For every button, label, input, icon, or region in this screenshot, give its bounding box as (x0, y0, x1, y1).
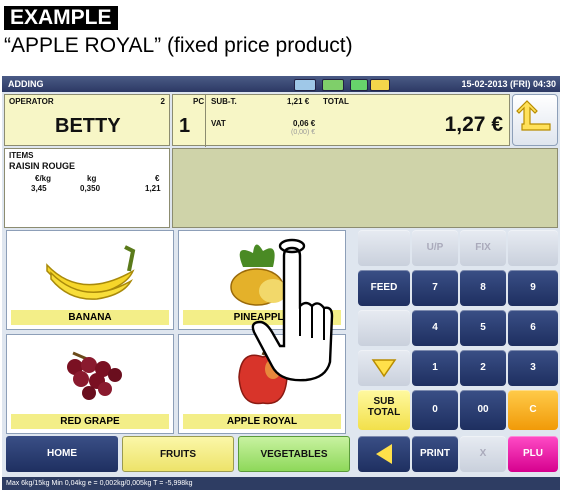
counts-panel: PC 1 SUB-T. 1,21 € VAT 0,06 € (0,00) € T… (172, 94, 510, 147)
home-button[interactable]: HOME (6, 436, 118, 472)
pc-divider (205, 95, 206, 147)
key-00[interactable]: 00 (460, 390, 506, 430)
back-button[interactable] (512, 94, 558, 146)
item-weight-label: kg (87, 174, 97, 183)
fruits-button[interactable]: FRUITS (122, 436, 234, 472)
subtotal-label: SUB-T. (211, 97, 237, 106)
print-key[interactable]: PRINT (412, 436, 458, 472)
feed-key[interactable]: FEED (358, 270, 410, 306)
product-banana[interactable]: BANANA (6, 230, 174, 330)
subtotal-key[interactable]: SUB TOTAL (358, 390, 410, 430)
blank-key-2[interactable] (508, 230, 558, 266)
plu-key[interactable]: PLU (508, 436, 558, 472)
mode-label: ADDING (8, 79, 44, 89)
item-weight: 0,350 (80, 184, 101, 193)
pc-value: 1 (179, 115, 191, 137)
item-amount-label: € (155, 174, 160, 183)
key-7[interactable]: 7 (412, 270, 458, 306)
key-1[interactable]: 1 (412, 350, 458, 386)
vat-label: VAT (211, 119, 226, 128)
unit-price-key[interactable]: U/P (412, 230, 458, 266)
subtotal-key-line2: TOTAL (367, 407, 401, 418)
items-panel: ITEMS RAISIN ROUGE €/kg kg € 3,45 0,350 … (4, 148, 170, 228)
key-0[interactable]: 0 (412, 390, 458, 430)
fix-key[interactable]: FIX (460, 230, 506, 266)
multiply-key[interactable]: X (460, 436, 506, 472)
key-8[interactable]: 8 (460, 270, 506, 306)
product-red-grape[interactable]: RED GRAPE (6, 334, 174, 434)
items-header: ITEMS (9, 151, 34, 160)
hand-pointer-icon (251, 238, 334, 382)
title-bar: ADDING 15-02-2013 (FRI) 04:30 (2, 76, 560, 92)
subtotal-value: 1,21 € (287, 97, 310, 106)
key-5[interactable]: 5 (460, 310, 506, 346)
caption: “APPLE ROYAL” (fixed price product) (4, 34, 353, 57)
example-badge: EXAMPLE (4, 6, 118, 30)
network-icon (322, 79, 344, 91)
operator-panel: OPERATOR 2 BETTY (4, 94, 170, 146)
screen-icon (294, 79, 316, 91)
vegetables-button[interactable]: VEGETABLES (238, 436, 350, 472)
vat-value: 0,06 € (293, 119, 316, 128)
operator-number: 2 (160, 97, 165, 106)
status-line: Max 6kg/15kg Min 0,04kg e = 0,002kg/0,00… (2, 477, 560, 490)
item-amount: 1,21 (145, 184, 161, 193)
key-6[interactable]: 6 (508, 310, 558, 346)
key-2[interactable]: 2 (460, 350, 506, 386)
clear-key[interactable]: C (508, 390, 558, 430)
product-name: RED GRAPE (11, 414, 169, 429)
info-area (172, 148, 558, 228)
paper-icon (370, 79, 390, 91)
vat-sub: (0,00) € (291, 129, 316, 136)
subtotal-key-line1: SUB (373, 396, 395, 407)
key-3[interactable]: 3 (508, 350, 558, 386)
key-4[interactable]: 4 (412, 310, 458, 346)
product-name: BANANA (11, 310, 169, 325)
triangle-down-icon (371, 359, 397, 378)
scroll-down-key[interactable] (358, 350, 410, 386)
product-name: APPLE ROYAL (183, 414, 341, 429)
item-price-per-kg-label: €/kg (35, 174, 52, 183)
item-price-per-kg: 3,45 (31, 184, 47, 193)
blank-key-3[interactable] (358, 310, 410, 346)
key-9[interactable]: 9 (508, 270, 558, 306)
triangle-left-icon (376, 444, 392, 464)
item-name: RAISIN ROUGE (9, 161, 76, 171)
banana-icon (46, 245, 136, 300)
operator-name: BETTY (55, 115, 121, 137)
return-arrow-icon (516, 100, 551, 131)
scale-screen: ADDING 15-02-2013 (FRI) 04:30 OPERATOR 2… (2, 76, 560, 490)
datetime: 15-02-2013 (FRI) 04:30 (461, 79, 556, 89)
total-label: TOTAL (323, 97, 349, 106)
pc-label: PC (193, 97, 205, 106)
total-value: 1,27 € (444, 113, 503, 136)
battery-icon (350, 79, 368, 91)
back-arrow-key[interactable] (358, 436, 410, 472)
blank-key-1[interactable] (358, 230, 410, 266)
operator-label: OPERATOR (9, 97, 54, 106)
grape-icon (67, 351, 122, 400)
